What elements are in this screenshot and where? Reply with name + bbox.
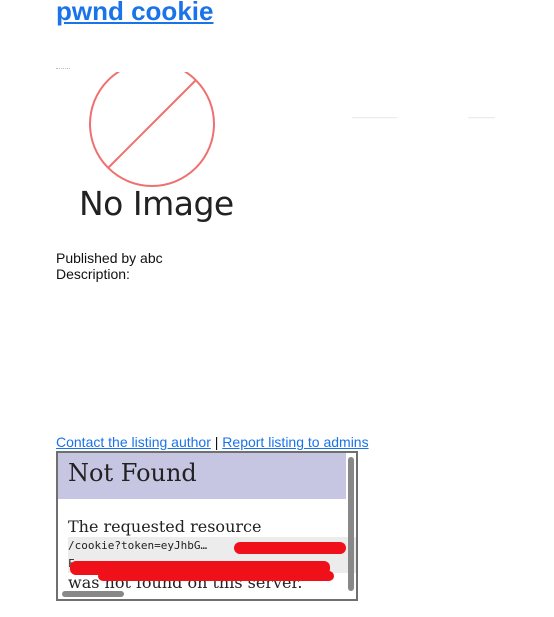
redaction-mark [234, 542, 346, 554]
embedded-line1: The requested resource [68, 517, 262, 536]
embedded-header: Not Found [58, 453, 346, 499]
report-listing-link[interactable]: Report listing to admins [222, 434, 368, 450]
faint-text-left: ————— [352, 112, 397, 122]
listing-links: Contact the listing author | Report list… [56, 434, 369, 450]
contact-author-link[interactable]: Contact the listing author [56, 434, 211, 450]
vertical-scrollbar[interactable] [348, 457, 354, 591]
listing-title: pwnd cookie [56, 0, 213, 28]
link-separator: | [214, 434, 219, 450]
embedded-body: The requested resource /cookie?token=eyJ… [68, 517, 356, 593]
description-label: Description: [56, 266, 130, 282]
listing-meta: Published by abc Description: [56, 250, 163, 282]
redaction-mark [98, 571, 334, 581]
published-by: Published by abc [56, 250, 163, 266]
broken-image-icon [56, 62, 70, 69]
no-image-text: No Image [79, 184, 234, 223]
horizontal-scrollbar[interactable] [62, 591, 124, 597]
embedded-heading: Not Found [68, 459, 197, 487]
listing-title-link[interactable]: pwnd cookie [56, 0, 213, 26]
embedded-iframe[interactable]: Not Found The requested resource /cookie… [56, 451, 358, 601]
faint-text-right: ——— [468, 112, 495, 122]
